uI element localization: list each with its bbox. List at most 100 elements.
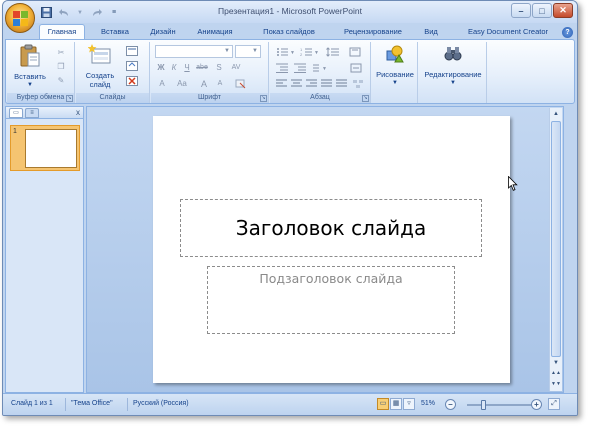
- drawing-button[interactable]: Рисование ▼: [374, 44, 416, 88]
- increase-indent-icon[interactable]: [292, 61, 308, 74]
- title-bar: ▼ ≡ Презентация1 - Microsoft PowerPoint …: [3, 1, 577, 23]
- grow-font-button[interactable]: A: [197, 77, 211, 90]
- slides-group-label: Слайды: [76, 93, 149, 103]
- editing-group: Редактирование ▼: [419, 42, 487, 103]
- font-launcher-icon[interactable]: ↘: [260, 95, 267, 102]
- character-spacing-button[interactable]: AV: [227, 61, 245, 74]
- clipboard-group: Вставить ▼ ✂ ❐ ✎ Буфер обмена ↘: [7, 42, 75, 103]
- slides-group: Создать слайд Слайды: [76, 42, 150, 103]
- delete-slide-icon[interactable]: [126, 75, 138, 87]
- office-button[interactable]: [5, 3, 35, 33]
- scissors-icon[interactable]: ✂: [55, 46, 67, 58]
- subtitle-placeholder[interactable]: Подзаголовок слайда: [207, 266, 455, 334]
- next-slide-icon[interactable]: ▼▼: [550, 378, 562, 390]
- columns-icon[interactable]: ▼: [310, 61, 332, 74]
- drawing-dropdown-icon: ▼: [392, 80, 398, 86]
- close-pane-icon[interactable]: x: [76, 108, 80, 117]
- tab-insert[interactable]: Вставка: [91, 25, 139, 39]
- tab-design[interactable]: Дизайн: [143, 25, 183, 39]
- slide-count: Слайд 1 из 1: [11, 400, 53, 407]
- clear-formatting-icon[interactable]: [233, 77, 247, 90]
- text-direction-icon[interactable]: [346, 45, 366, 58]
- layout-icon[interactable]: [126, 45, 138, 57]
- format-painter-icon[interactable]: ✎: [55, 74, 67, 86]
- slide-thumbnail[interactable]: [25, 129, 77, 168]
- distributed-icon[interactable]: [334, 77, 348, 90]
- zoom-level[interactable]: 51%: [421, 400, 435, 407]
- numbering-icon[interactable]: 12▼: [298, 45, 320, 58]
- vertical-scrollbar[interactable]: ▲ ▼ ▲▲ ▼▼: [549, 108, 562, 391]
- close-button[interactable]: ✕: [553, 3, 573, 18]
- slide-sorter-view-icon[interactable]: ▦: [390, 398, 402, 410]
- align-center-icon[interactable]: [289, 77, 303, 90]
- change-case-button[interactable]: Aa: [173, 77, 191, 90]
- drawing-group: Рисование ▼: [372, 42, 418, 103]
- editing-dropdown-icon: ▼: [450, 80, 456, 86]
- slideshow-view-icon[interactable]: ▿: [403, 398, 415, 410]
- tab-animation[interactable]: Анимация: [189, 25, 241, 39]
- window-controls: – □ ✕: [511, 3, 573, 18]
- normal-view-icon[interactable]: ▭: [377, 398, 389, 410]
- ribbon-tabs: Главная Вставка Дизайн Анимация Показ сл…: [3, 23, 577, 40]
- office-logo-icon: [12, 10, 28, 26]
- paragraph-launcher-icon[interactable]: ↘: [362, 95, 369, 102]
- underline-button[interactable]: Ч: [181, 61, 193, 74]
- status-separator: [127, 398, 128, 411]
- zoom-slider-thumb[interactable]: [481, 400, 487, 410]
- bold-button[interactable]: Ж: [155, 61, 167, 74]
- tab-review[interactable]: Рецензирование: [333, 25, 413, 39]
- svg-text:2: 2: [300, 52, 303, 57]
- svg-text:▼: ▼: [322, 66, 327, 72]
- new-slide-button[interactable]: Создать слайд: [80, 44, 120, 89]
- tab-easy-document-creator[interactable]: Easy Document Creator: [453, 25, 563, 39]
- language[interactable]: Русский (Россия): [133, 400, 189, 407]
- zoom-out-icon[interactable]: –: [445, 399, 456, 410]
- maximize-button[interactable]: □: [532, 3, 552, 18]
- font-name-combo[interactable]: ▼: [155, 45, 233, 58]
- paragraph-group: ▼ 12▼ ▼: [270, 42, 371, 103]
- shadow-button[interactable]: S: [213, 61, 225, 74]
- line-spacing-icon[interactable]: [324, 45, 342, 58]
- tab-view[interactable]: Вид: [419, 25, 443, 39]
- title-placeholder[interactable]: Заголовок слайда: [180, 199, 482, 257]
- font-group: ▼ ▼ Ж К Ч abe S AV A Aa A A Шрифт ↘: [151, 42, 269, 103]
- decrease-indent-icon[interactable]: [274, 61, 290, 74]
- bullets-icon[interactable]: ▼: [274, 45, 296, 58]
- font-size-combo[interactable]: ▼: [235, 45, 261, 58]
- italic-button[interactable]: К: [168, 61, 180, 74]
- svg-text:▼: ▼: [314, 50, 318, 56]
- justify-icon[interactable]: [319, 77, 333, 90]
- shrink-font-button[interactable]: A: [213, 77, 227, 90]
- align-text-icon[interactable]: [348, 61, 366, 74]
- fit-to-window-icon[interactable]: ⤢: [548, 398, 560, 410]
- paste-dropdown-icon: ▼: [27, 82, 33, 88]
- editing-button[interactable]: Редактирование ▼: [421, 44, 485, 88]
- pane-tabs: ▭ ≡ x: [6, 107, 83, 119]
- zoom-in-icon[interactable]: +: [531, 399, 542, 410]
- scrollbar-thumb[interactable]: [551, 121, 561, 357]
- align-left-icon[interactable]: [274, 77, 288, 90]
- reset-slide-icon[interactable]: [126, 60, 138, 72]
- tab-slideshow[interactable]: Показ слайдов: [253, 25, 325, 39]
- minimize-button[interactable]: –: [511, 3, 531, 18]
- binoculars-icon: [444, 47, 462, 61]
- font-group-label: Шрифт: [151, 93, 268, 103]
- clipboard-launcher-icon[interactable]: ↘: [66, 95, 73, 102]
- tab-home[interactable]: Главная: [39, 24, 85, 40]
- svg-text:▼: ▼: [290, 50, 294, 56]
- smartart-icon[interactable]: [350, 77, 366, 90]
- font-color-button[interactable]: A: [155, 77, 169, 90]
- paste-button[interactable]: Вставить ▼: [11, 44, 49, 90]
- outline-tab-icon[interactable]: ≡: [25, 108, 39, 118]
- slide-canvas[interactable]: Заголовок слайда Подзаголовок слайда: [153, 116, 510, 383]
- copy-icon[interactable]: ❐: [55, 60, 67, 72]
- theme-name[interactable]: "Тема Office": [71, 400, 113, 407]
- scroll-up-icon[interactable]: ▲: [550, 108, 562, 120]
- help-icon[interactable]: ?: [562, 27, 573, 38]
- strikethrough-button[interactable]: abe: [194, 61, 210, 74]
- clipboard-icon: [20, 44, 40, 67]
- slide-thumbnail-row[interactable]: 1: [10, 125, 80, 171]
- align-right-icon[interactable]: [304, 77, 318, 90]
- slides-tab-icon[interactable]: ▭: [9, 108, 23, 118]
- paste-label: Вставить: [14, 72, 46, 81]
